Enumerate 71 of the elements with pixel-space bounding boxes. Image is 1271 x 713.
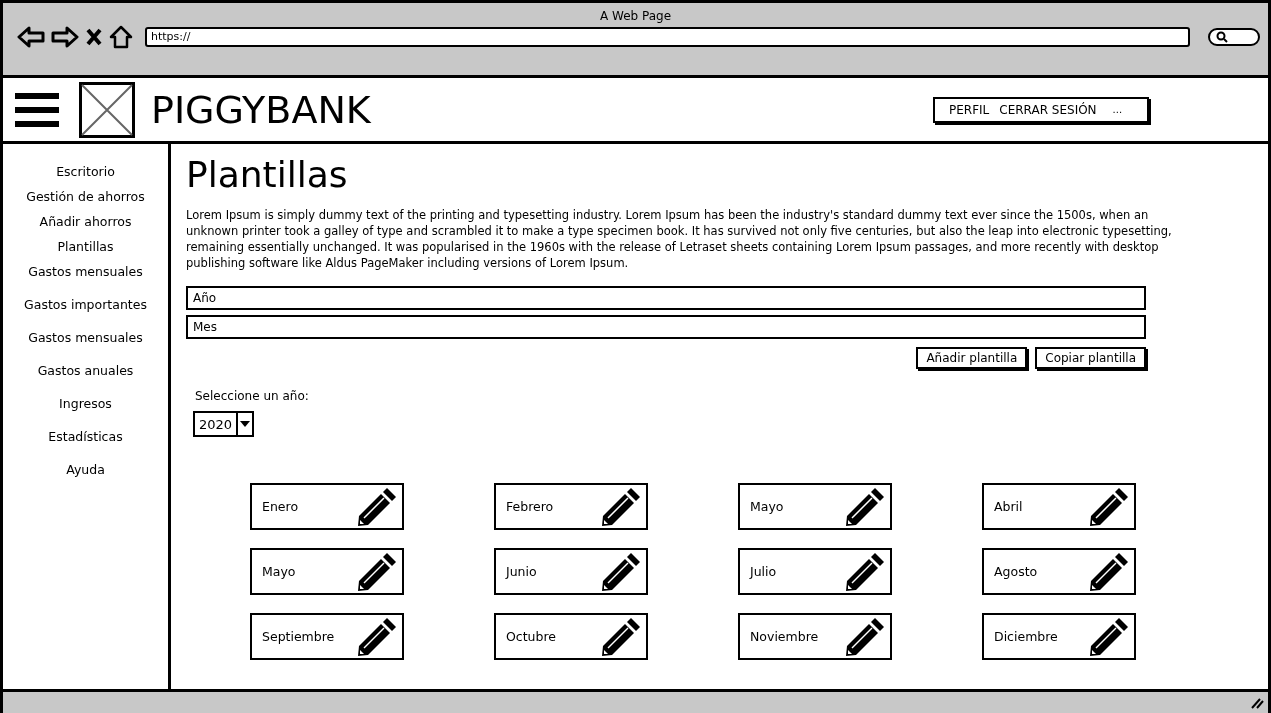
back-icon[interactable] xyxy=(17,25,45,49)
close-icon[interactable] xyxy=(85,27,103,47)
sidebar-item[interactable]: Gastos mensuales xyxy=(28,330,143,345)
action-button[interactable]: Añadir plantilla xyxy=(916,347,1028,369)
month-label: Febrero xyxy=(506,499,554,514)
sidebar-item[interactable]: Ayuda xyxy=(66,462,105,477)
sidebar-item[interactable]: Añadir ahorros xyxy=(39,214,132,229)
month-label: Mayo xyxy=(262,564,296,579)
pencil-icon[interactable] xyxy=(600,485,642,528)
caret-icon xyxy=(236,413,253,435)
page-title: Plantillas xyxy=(186,154,348,195)
pencil-icon[interactable] xyxy=(600,550,642,593)
pencil-icon[interactable] xyxy=(844,550,886,593)
month-label: Noviembre xyxy=(750,629,819,644)
pencil-icon[interactable] xyxy=(356,485,398,528)
month-card[interactable]: Agosto xyxy=(982,548,1136,595)
sidebar-item[interactable]: Ingresos xyxy=(59,396,112,411)
pencil-icon[interactable] xyxy=(356,550,398,593)
month-card[interactable]: Julio xyxy=(738,548,892,595)
month-label: Julio xyxy=(750,564,777,579)
year-dropdown[interactable]: 2020 xyxy=(193,411,255,437)
month-card[interactable]: Febrero xyxy=(494,483,648,530)
brand-title: PIGGYBANK xyxy=(151,87,371,132)
sidebar-item[interactable]: Gestión de ahorros xyxy=(26,189,145,204)
input-field[interactable]: Mes xyxy=(186,315,1146,339)
pencil-icon[interactable] xyxy=(844,485,886,528)
month-card[interactable]: Noviembre xyxy=(738,613,892,660)
pencil-icon[interactable] xyxy=(1088,615,1130,658)
month-card[interactable]: Mayo xyxy=(250,548,404,595)
nav-link[interactable]: ... xyxy=(1112,104,1123,115)
search-icon xyxy=(1216,31,1228,43)
menu-icon[interactable] xyxy=(15,90,59,129)
month-label: Abril xyxy=(994,499,1023,514)
year-label: Seleccione un año: xyxy=(195,389,309,403)
action-button[interactable]: Copiar plantilla xyxy=(1035,347,1146,369)
window-title: A Web Page xyxy=(599,9,672,23)
month-card[interactable]: Abril xyxy=(982,483,1136,530)
month-card[interactable]: Enero xyxy=(250,483,404,530)
sidebar-item[interactable]: Plantillas xyxy=(57,239,114,254)
sidebar-item[interactable]: Gastos mensuales xyxy=(28,264,143,279)
month-card[interactable]: Diciembre xyxy=(982,613,1136,660)
forward-icon[interactable] xyxy=(51,25,79,49)
month-label: Diciembre xyxy=(994,629,1058,644)
pencil-icon[interactable] xyxy=(844,615,886,658)
input-field[interactable]: Año xyxy=(186,286,1146,310)
month-card[interactable]: Mayo xyxy=(738,483,892,530)
month-label: Mayo xyxy=(750,499,784,514)
pencil-icon[interactable] xyxy=(356,615,398,658)
nav-link[interactable]: PERFIL xyxy=(949,102,990,117)
month-label: Agosto xyxy=(994,564,1038,579)
month-card[interactable]: Junio xyxy=(494,548,648,595)
address-field[interactable]: https:// xyxy=(145,27,1190,47)
pencil-icon[interactable] xyxy=(1088,550,1130,593)
search-field[interactable] xyxy=(1208,28,1260,46)
description-text: Lorem Ipsum is simply dummy text of the printing and typesetting industry. Lorem Ipsum has been the industry's standard dummy text ever since the 1500s, when an unknown printer took a galley of type and scrambled it to make a type specimen book. It has survived not only five centuries, but also the leap into electronic typesetting, remaining essentially unchanged. It was popularised in the 1960s with the release of Letraset sheets containing Lorem Ipsum passages, and more recently with desktop publishing software like Aldus PageMaker including versions of Lorem Ipsum. xyxy=(186,207,1173,271)
month-card[interactable]: Septiembre xyxy=(250,613,404,660)
month-label: Enero xyxy=(262,499,299,514)
month-label: Septiembre xyxy=(262,629,335,644)
pencil-icon[interactable] xyxy=(600,615,642,658)
resize-grip-icon[interactable] xyxy=(1250,696,1264,709)
nav-link[interactable]: CERRAR SESIÓN xyxy=(999,102,1097,117)
month-label: Junio xyxy=(506,564,537,579)
pencil-icon[interactable] xyxy=(1088,485,1130,528)
sidebar-item[interactable]: Gastos anuales xyxy=(37,363,134,378)
sidebar-item[interactable]: Escritorio xyxy=(56,164,115,179)
sidebar-item[interactable]: Gastos importantes xyxy=(24,297,147,312)
month-label: Octubre xyxy=(506,629,557,644)
sidebar-item[interactable]: Estadísticas xyxy=(48,429,123,444)
home-icon[interactable] xyxy=(109,25,133,49)
image-placeholder-icon xyxy=(79,81,135,138)
month-card[interactable]: Octubre xyxy=(494,613,648,660)
